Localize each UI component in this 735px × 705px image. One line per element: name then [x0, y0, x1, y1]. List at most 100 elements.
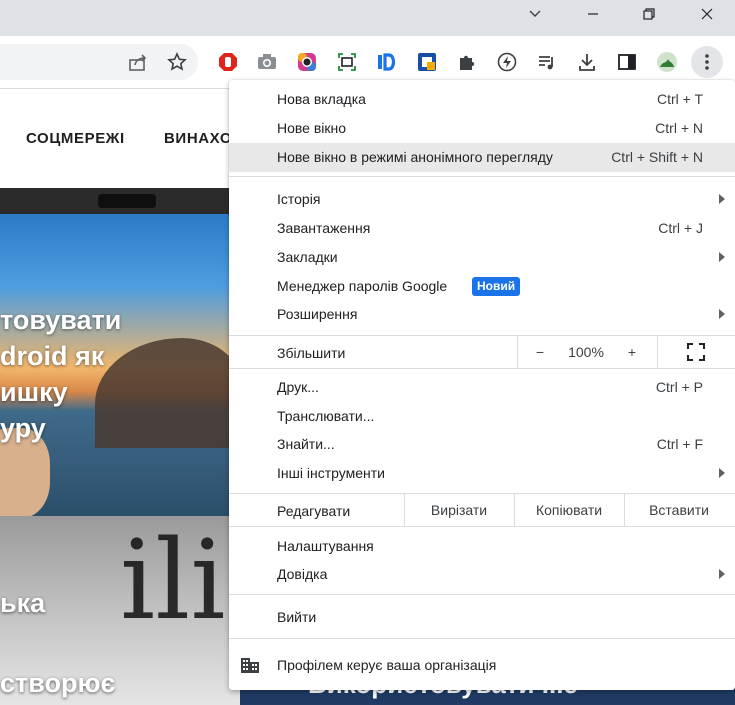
new-badge: Новий: [472, 277, 521, 296]
camera-extension[interactable]: [254, 49, 280, 75]
bolt-extension[interactable]: [494, 49, 520, 75]
camera-icon: [258, 54, 276, 69]
edit-label: Редагувати: [277, 503, 351, 519]
zoom-row: Збільшити − 100% +: [229, 336, 735, 368]
restore-button[interactable]: [626, 0, 672, 28]
nav-link-inventions[interactable]: ВИНАХО: [164, 130, 232, 147]
building-icon: [241, 658, 259, 673]
menu-item-label: Налаштування: [277, 538, 374, 554]
menu-item-find[interactable]: Знайти... Ctrl + F: [229, 430, 735, 459]
close-button[interactable]: [684, 0, 730, 28]
screenshot-icon: [338, 53, 356, 71]
lock-extension-icon: [418, 53, 436, 71]
menu-item-shortcut: Ctrl + N: [655, 120, 703, 136]
card2-title-line2: створює: [0, 668, 116, 698]
menu-item-label: Завантаження: [277, 220, 371, 236]
menu-item-password-manager[interactable]: Менеджер паролів Google Новий: [229, 272, 735, 301]
chevron-down-icon: [529, 10, 541, 17]
menu-item-more-tools[interactable]: Інші інструменти: [229, 459, 735, 488]
sidepanel-icon: [618, 54, 636, 70]
lock-extension[interactable]: [414, 49, 440, 75]
color-picker-extension[interactable]: [294, 49, 320, 75]
menu-item-print[interactable]: Друк... Ctrl + P: [229, 373, 735, 402]
article-title-hero[interactable]: товувати droid як ишку уру: [0, 302, 121, 446]
menu-item-label: Друк...: [277, 379, 319, 395]
id-extension-icon: [378, 53, 396, 71]
id-extension[interactable]: [374, 49, 400, 75]
hero-line: товувати: [0, 305, 122, 335]
edit-row: Редагувати Вирізати Копіювати Вставити: [229, 494, 735, 526]
menu-item-history[interactable]: Історія: [229, 185, 735, 214]
menu-item-label: Інші інструменти: [277, 465, 385, 481]
share-button[interactable]: [125, 49, 151, 75]
article-card-2[interactable]: ilid ька створює: [0, 516, 240, 705]
menu-item-new-window[interactable]: Нове вікно Ctrl + N: [229, 114, 735, 143]
hero-line: уру: [0, 413, 46, 443]
menu-item-shortcut: Ctrl + T: [656, 91, 703, 107]
adblock-extension[interactable]: [215, 49, 241, 75]
menu-item-settings[interactable]: Налаштування: [229, 532, 735, 561]
screenshot-extension[interactable]: [334, 49, 360, 75]
menu-item-label: Знайти...: [277, 436, 335, 452]
color-picker-icon: [298, 53, 316, 71]
media-controls-button[interactable]: [534, 49, 560, 75]
minimize-button[interactable]: [570, 0, 616, 28]
window-titlebar: [0, 0, 735, 36]
profile-button[interactable]: [654, 49, 680, 75]
menu-item-label: Нове вікно в режимі анонімного перегляду: [277, 149, 553, 165]
managed-label: Профілем керує ваша організація: [277, 657, 497, 673]
phone-camera: [98, 194, 156, 208]
menu-item-label: Менеджер паролів Google: [277, 278, 448, 294]
menu-item-label: Вийти: [277, 609, 317, 625]
minimize-icon: [588, 13, 598, 15]
cut-button[interactable]: Вирізати: [405, 494, 513, 526]
phone-frame: [0, 188, 240, 214]
zoom-in-button[interactable]: +: [617, 336, 647, 368]
paste-button[interactable]: Вставити: [625, 494, 733, 526]
kebab-menu-icon: [705, 54, 709, 70]
menu-separator: [229, 176, 735, 177]
menu-separator: [229, 638, 735, 639]
bookmark-star-icon: [167, 52, 187, 71]
menu-item-label: Нове вікно: [277, 120, 347, 136]
copy-button[interactable]: Копіювати: [515, 494, 623, 526]
extensions-button[interactable]: [454, 49, 480, 75]
menu-item-incognito-window[interactable]: Нове вікно в режимі анонімного перегляду…: [229, 143, 735, 172]
tab-search-button[interactable]: [512, 0, 558, 28]
menu-item-help[interactable]: Довідка: [229, 560, 735, 589]
menu-item-bookmarks[interactable]: Закладки: [229, 243, 735, 272]
puzzle-icon: [460, 55, 475, 70]
menu-item-extensions[interactable]: Розширення: [229, 300, 735, 329]
menu-item-label: Розширення: [277, 306, 358, 322]
zoom-out-button[interactable]: −: [525, 336, 555, 368]
menu-separator: [229, 594, 735, 595]
downloads-button[interactable]: [574, 49, 600, 75]
restore-icon: [643, 8, 655, 20]
hero-line: droid як: [0, 341, 105, 371]
submenu-arrow-icon: [719, 468, 725, 478]
download-icon: [579, 54, 595, 71]
profile-avatar-icon: [657, 52, 677, 72]
submenu-arrow-icon: [719, 569, 725, 579]
close-icon: [701, 8, 713, 20]
menu-separator: [229, 526, 735, 527]
menu-item-label: Закладки: [277, 249, 338, 265]
menu-item-shortcut: Ctrl + F: [656, 436, 703, 452]
nav-link-social[interactable]: СОЦМЕРЕЖІ: [26, 130, 125, 147]
menu-item-label: Довідка: [277, 566, 328, 582]
menu-item-cast[interactable]: Транслювати...: [229, 402, 735, 431]
bookmark-button[interactable]: [164, 49, 190, 75]
menu-item-new-tab[interactable]: Нова вкладка Ctrl + T: [229, 85, 735, 114]
menu-separator: [229, 368, 735, 369]
card2-image-text: ilid: [120, 516, 240, 644]
menu-item-exit[interactable]: Вийти: [229, 603, 735, 632]
managed-by-organization[interactable]: Профілем керує ваша організація: [229, 640, 735, 690]
fullscreen-button[interactable]: [679, 336, 713, 368]
submenu-arrow-icon: [719, 252, 725, 262]
menu-item-downloads[interactable]: Завантаження Ctrl + J: [229, 214, 735, 243]
chrome-menu-button[interactable]: [691, 46, 723, 78]
side-panel-button[interactable]: [614, 49, 640, 75]
adblock-icon: [219, 53, 237, 71]
menu-item-shortcut: Ctrl + P: [655, 379, 703, 395]
menu-item-shortcut: Ctrl + Shift + N: [611, 149, 703, 165]
